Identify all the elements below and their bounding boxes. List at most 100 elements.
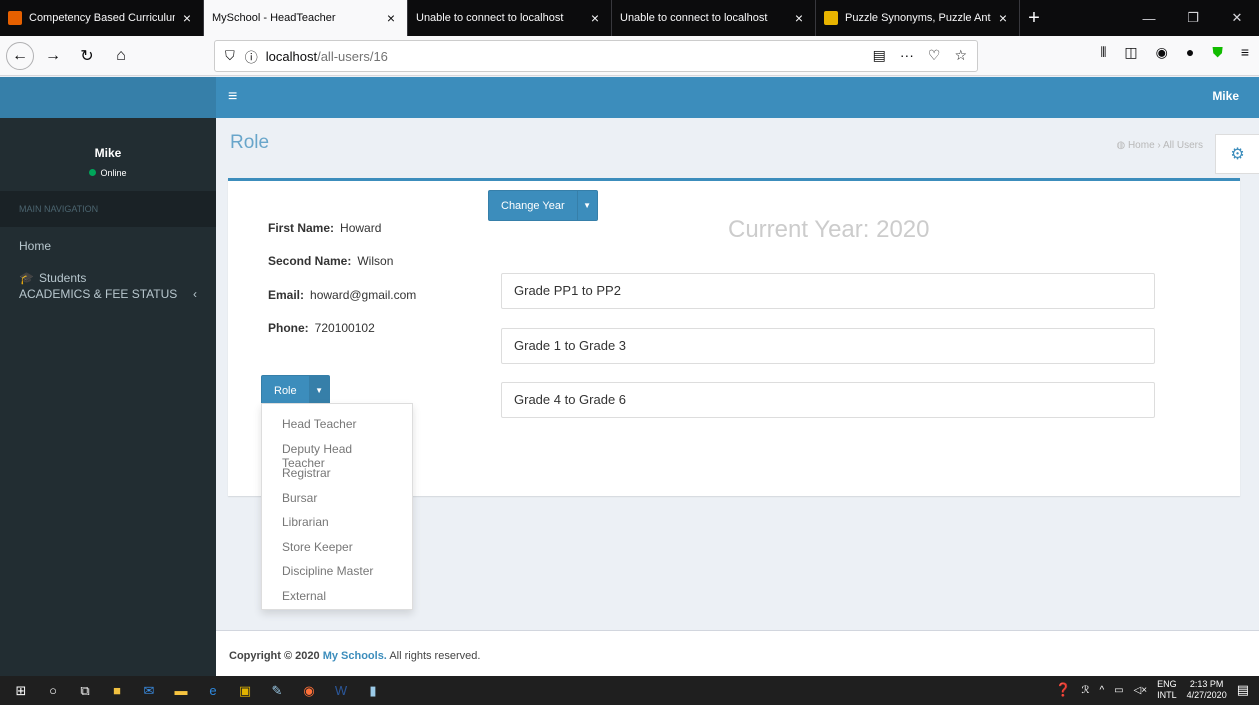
browser-nav-bar: ← → ↻ ⌂ ⛉ ⓘ localhost/all-users/16 ▤ ···… bbox=[0, 36, 1259, 76]
role-option[interactable]: Librarian bbox=[262, 511, 412, 536]
restore-icon[interactable]: ❐ bbox=[1171, 0, 1215, 36]
sidebar-item-label: Home bbox=[19, 239, 52, 253]
app-icon[interactable]: ▣ bbox=[232, 681, 258, 701]
search-icon[interactable]: ○ bbox=[40, 681, 66, 701]
grade-item[interactable]: Grade 1 to Grade 3 bbox=[501, 328, 1155, 364]
second-name-row: Second Name: Wilson bbox=[268, 254, 393, 268]
grade-item[interactable]: Grade 4 to Grade 6 bbox=[501, 382, 1155, 418]
pocket-icon[interactable]: ♡ bbox=[928, 47, 941, 64]
dashboard-icon: ◍ bbox=[1116, 140, 1126, 151]
browser-tab-bar: Competency Based Curriculum × MySchool -… bbox=[0, 0, 1259, 36]
sidebar-toggle-icon[interactable]: ◫ bbox=[1124, 44, 1137, 61]
close-icon[interactable]: × bbox=[179, 10, 195, 26]
forward-icon[interactable]: → bbox=[38, 41, 68, 71]
field-label: Phone: bbox=[268, 321, 309, 335]
hamburger-icon[interactable]: ≡ bbox=[228, 88, 237, 106]
minimize-icon[interactable]: — bbox=[1127, 0, 1171, 36]
role-option[interactable]: External bbox=[262, 585, 412, 610]
battery-icon[interactable]: ▭ bbox=[1114, 685, 1123, 696]
bookmark-star-icon[interactable]: ☆ bbox=[954, 47, 967, 64]
notepad-icon[interactable]: ✎ bbox=[264, 681, 290, 701]
phone-row: Phone: 720100102 bbox=[268, 321, 375, 335]
role-option[interactable]: Deputy Head Teacher bbox=[262, 438, 412, 470]
browser-tab-1[interactable]: Competency Based Curriculum × bbox=[0, 0, 204, 36]
lang-bottom: INTL bbox=[1157, 690, 1177, 700]
role-option[interactable]: Discipline Master bbox=[262, 560, 412, 585]
url-path: /all-users/16 bbox=[317, 48, 388, 64]
role-option[interactable]: Bursar bbox=[262, 487, 412, 512]
shield-icon: ⛉ bbox=[225, 48, 235, 63]
close-icon[interactable]: × bbox=[995, 10, 1011, 26]
volume-icon[interactable]: ◁× bbox=[1134, 685, 1148, 696]
footer-brand-link[interactable]: My Schools. bbox=[323, 650, 387, 662]
change-year-button[interactable]: Change Year ▼ bbox=[488, 190, 598, 221]
sidebar: Mike Online MAIN NAVIGATION Home 🎓 Studen… bbox=[0, 118, 216, 676]
help-icon[interactable]: ❓ bbox=[1055, 682, 1071, 698]
browser-tab-2[interactable]: MySchool - HeadTeacher × bbox=[204, 0, 408, 36]
app-window-icon[interactable]: ▮ bbox=[360, 681, 386, 701]
tab-title: Unable to connect to localhost bbox=[620, 12, 768, 24]
sidebar-item-label: Students bbox=[38, 271, 87, 285]
extension-icon[interactable]: ● bbox=[1186, 44, 1194, 61]
email-row: Email: howard@gmail.com bbox=[268, 288, 416, 302]
second-name-value: Wilson bbox=[357, 254, 394, 268]
info-icon: ⓘ bbox=[244, 49, 258, 65]
menu-icon[interactable]: ≡ bbox=[1241, 44, 1249, 61]
more-actions-icon[interactable]: ··· bbox=[900, 47, 914, 64]
first-name-value: Howard bbox=[340, 221, 382, 235]
word-icon[interactable]: W bbox=[328, 681, 354, 701]
graduation-cap-icon: 🎓 bbox=[19, 271, 34, 285]
settings-gear-button[interactable]: ⚙ bbox=[1215, 134, 1259, 174]
role-button[interactable]: Role ▼ bbox=[261, 375, 330, 406]
breadcrumb-current[interactable]: All Users bbox=[1163, 140, 1203, 151]
window-controls: — ❐ ✕ bbox=[1127, 0, 1259, 36]
reload-icon[interactable]: ↻ bbox=[72, 41, 102, 71]
caret-down-icon[interactable]: ▼ bbox=[576, 191, 597, 220]
back-icon[interactable]: ← bbox=[6, 41, 34, 70]
account-icon[interactable]: ◉ bbox=[1156, 44, 1168, 61]
header-user-name[interactable]: Mike bbox=[1212, 89, 1239, 103]
reader-view-icon[interactable]: ▤ bbox=[873, 47, 886, 64]
shield-extension-icon[interactable]: ⛊ bbox=[1212, 44, 1223, 61]
role-option[interactable]: Registrar bbox=[262, 462, 412, 487]
mail-icon[interactable]: ✉ bbox=[136, 681, 162, 701]
tab-title: Puzzle Synonyms, Puzzle Anton bbox=[845, 12, 991, 24]
breadcrumb-home[interactable]: Home bbox=[1128, 140, 1155, 151]
role-option[interactable]: Head Teacher bbox=[262, 413, 412, 438]
footer: Copyright © 2020 My Schools. All rights … bbox=[216, 630, 1259, 676]
caret-down-icon[interactable]: ▼ bbox=[308, 376, 329, 405]
people-icon[interactable]: ℛ bbox=[1081, 685, 1089, 696]
home-icon[interactable]: ⌂ bbox=[106, 41, 136, 71]
nav-header: MAIN NAVIGATION bbox=[0, 191, 216, 227]
browser-tab-4[interactable]: Unable to connect to localhost × bbox=[612, 0, 816, 36]
close-icon[interactable]: × bbox=[587, 10, 603, 26]
task-view-icon[interactable]: ⧉ bbox=[72, 681, 98, 701]
system-tray: ❓ ℛ ^ ▭ ◁× ENG INTL 2:13 PM 4/27/2020 ▤ bbox=[1055, 679, 1249, 701]
url-bar[interactable]: ⛉ ⓘ localhost/all-users/16 ▤ ··· ♡ ☆ bbox=[214, 40, 978, 72]
file-explorer-icon[interactable]: ▬ bbox=[168, 681, 194, 701]
library-icon[interactable]: ⫴ bbox=[1101, 44, 1107, 61]
close-icon[interactable]: × bbox=[383, 10, 399, 26]
language-indicator[interactable]: ENG INTL bbox=[1157, 679, 1177, 701]
logo-area bbox=[0, 77, 216, 118]
browser-tab-3[interactable]: Unable to connect to localhost × bbox=[408, 0, 612, 36]
field-label: Second Name: bbox=[268, 254, 352, 268]
windows-start-icon[interactable]: ⊞ bbox=[8, 681, 34, 701]
close-window-icon[interactable]: ✕ bbox=[1215, 0, 1259, 36]
chevron-up-icon[interactable]: ^ bbox=[1099, 685, 1104, 696]
store-icon[interactable]: ■ bbox=[104, 681, 130, 701]
tab-title: MySchool - HeadTeacher bbox=[212, 12, 336, 24]
change-year-label: Change Year bbox=[501, 199, 565, 212]
sidebar-item-home[interactable]: Home bbox=[0, 227, 216, 263]
app-header: ≡ Mike bbox=[216, 77, 1259, 118]
firefox-icon[interactable]: ◉ bbox=[296, 681, 322, 701]
notifications-icon[interactable]: ▤ bbox=[1237, 682, 1249, 698]
role-option[interactable]: Store Keeper bbox=[262, 536, 412, 561]
sidebar-item-students[interactable]: 🎓 Students ACADEMICS & FEE STATUS ‹ bbox=[0, 263, 216, 311]
grade-item[interactable]: Grade PP1 to PP2 bbox=[501, 273, 1155, 309]
new-tab-button[interactable]: + bbox=[1020, 0, 1048, 36]
edge-icon[interactable]: e bbox=[200, 681, 226, 701]
close-icon[interactable]: × bbox=[791, 10, 807, 26]
clock[interactable]: 2:13 PM 4/27/2020 bbox=[1187, 679, 1227, 701]
browser-tab-5[interactable]: Puzzle Synonyms, Puzzle Anton × bbox=[816, 0, 1020, 36]
